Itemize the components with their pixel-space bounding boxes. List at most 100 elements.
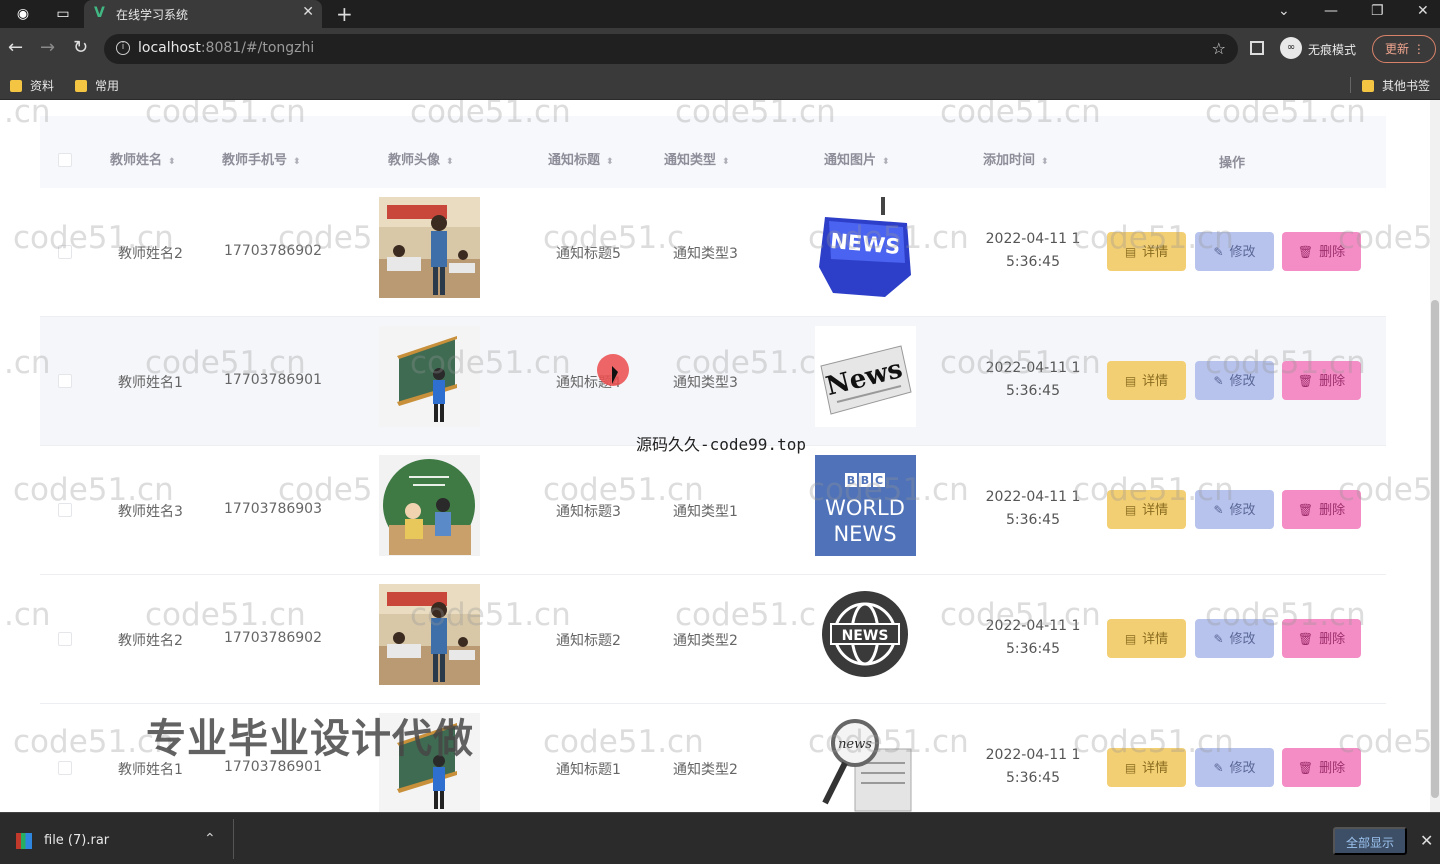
detail-button[interactable]: ▤ 详情 xyxy=(1107,232,1186,271)
added-time: 2022-04-11 1 5:36:45 xyxy=(985,231,1081,270)
detail-button[interactable]: ▤ 详情 xyxy=(1107,619,1186,658)
url-input[interactable]: i localhost:8081/#/tongzhi ☆ xyxy=(104,34,1238,64)
source-watermark-text: 源码久久-code99.top xyxy=(636,435,806,454)
sort-icon[interactable]: ⬍ xyxy=(722,158,730,167)
added-time: 2022-04-11 1 5:36:45 xyxy=(985,747,1081,786)
edit-button[interactable]: ✎ 修改 xyxy=(1195,748,1274,787)
added-time: 2022-04-11 1 5:36:45 xyxy=(985,618,1081,657)
delete-button[interactable]: 🗑 删除 xyxy=(1282,490,1361,529)
teacher-phone: 17703786903 xyxy=(224,501,322,517)
reload-icon[interactable]: ↻ xyxy=(73,38,88,58)
restore-button[interactable]: ❐ xyxy=(1371,3,1384,19)
site-info-icon[interactable]: i xyxy=(116,41,130,55)
browser-tab-active[interactable]: V 在线学习系统 ✕ xyxy=(84,0,322,28)
row-checkbox[interactable] xyxy=(58,632,72,646)
edit-button[interactable]: ✎ 修改 xyxy=(1195,619,1274,658)
download-bar: file (7).rar ⌃ 全部显示 ✕ xyxy=(0,812,1440,864)
row-checkbox[interactable] xyxy=(58,245,72,259)
row-checkbox[interactable] xyxy=(58,503,72,517)
sort-icon[interactable]: ⬍ xyxy=(1041,158,1049,167)
notice-type: 通知类型2 xyxy=(673,633,738,649)
teacher-name: 教师姓名3 xyxy=(118,504,183,520)
sort-icon[interactable]: ⬍ xyxy=(606,158,614,167)
sort-icon[interactable]: ⬍ xyxy=(293,158,301,167)
row-checkbox[interactable] xyxy=(58,761,72,775)
detail-button[interactable]: ▤ 详情 xyxy=(1107,361,1186,400)
download-file-name[interactable]: file (7).rar xyxy=(44,833,109,848)
mouse-cursor-icon xyxy=(612,366,618,384)
delete-button[interactable]: 🗑 删除 xyxy=(1282,361,1361,400)
browser-menu-icon[interactable]: ◉ xyxy=(14,5,32,23)
notice-title: 通知标题2 xyxy=(556,633,621,649)
sort-icon[interactable]: ⬍ xyxy=(168,158,176,167)
url-text: localhost:8081/#/tongzhi xyxy=(138,40,315,56)
svg-text:NEWS: NEWS xyxy=(833,522,896,546)
delete-button[interactable]: 🗑 删除 xyxy=(1282,619,1361,658)
row-checkbox[interactable] xyxy=(58,374,72,388)
document-icon: ▤ xyxy=(1124,761,1137,775)
tab-list-chevron-icon[interactable]: ⌄ xyxy=(1278,3,1290,19)
th-actions: 操作 xyxy=(1219,156,1246,171)
pencil-icon: ✎ xyxy=(1213,374,1224,388)
pencil-icon: ✎ xyxy=(1213,503,1224,517)
th-teacher-avatar[interactable]: 教师头像 ⬍ xyxy=(388,149,454,168)
folder-icon xyxy=(75,80,87,92)
th-notice-title[interactable]: 通知标题 ⬍ xyxy=(548,149,614,168)
edit-button[interactable]: ✎ 修改 xyxy=(1195,490,1274,529)
bookmark-folder-ziliao[interactable]: 资料 xyxy=(10,77,54,94)
edit-button[interactable]: ✎ 修改 xyxy=(1195,232,1274,271)
th-notice-type[interactable]: 通知类型 ⬍ xyxy=(664,149,730,168)
bbc-world-news-icon: B B C WORLD NEWS xyxy=(815,455,916,556)
download-divider xyxy=(233,819,234,859)
close-download-bar-icon[interactable]: ✕ xyxy=(1420,831,1433,850)
edit-button[interactable]: ✎ 修改 xyxy=(1195,361,1274,400)
folder-icon xyxy=(1362,80,1374,92)
show-all-downloads-button[interactable]: 全部显示 xyxy=(1333,827,1407,855)
table-row: 教师姓名2 17703786902 通知标题2 通知类型2 NEWS 2022-… xyxy=(40,575,1386,704)
trash-icon: 🗑 xyxy=(1297,632,1314,646)
th-teacher-phone[interactable]: 教师手机号 ⬍ xyxy=(222,149,301,168)
trash-icon: 🗑 xyxy=(1297,503,1314,517)
tab-search-icon[interactable]: ▭ xyxy=(54,5,72,23)
browser-tab-strip: ◉ ▭ V 在线学习系统 ✕ + ⌄ — ❐ ✕ xyxy=(0,0,1440,28)
bookmark-folder-changyong[interactable]: 常用 xyxy=(75,77,119,94)
th-teacher-name[interactable]: 教师姓名 ⬍ xyxy=(110,149,176,168)
svg-text:C: C xyxy=(875,474,883,487)
notice-title: 通知标题3 xyxy=(556,504,621,520)
th-added-time[interactable]: 添加时间 ⬍ xyxy=(983,149,1049,168)
bookmark-folder-other[interactable]: 其他书签 xyxy=(1362,77,1430,94)
trash-icon: 🗑 xyxy=(1297,761,1314,775)
chevron-up-icon[interactable]: ⌃ xyxy=(204,831,216,847)
pencil-icon: ✎ xyxy=(1213,761,1224,775)
table-header: 教师姓名 ⬍ 教师手机号 ⬍ 教师头像 ⬍ 通知标题 ⬍ 通知类型 ⬍ 通知图片 ⬍ 添加时… xyxy=(40,116,1386,188)
back-arrow-icon[interactable]: ← xyxy=(8,38,23,58)
sort-icon[interactable]: ⬍ xyxy=(446,158,454,167)
delete-button[interactable]: 🗑 删除 xyxy=(1282,748,1361,787)
tab-close-icon[interactable]: ✕ xyxy=(302,4,314,20)
added-time: 2022-04-11 1 5:36:45 xyxy=(985,489,1081,528)
scrollbar-thumb[interactable] xyxy=(1431,300,1439,798)
teacher-classroom-photo-icon xyxy=(379,584,480,685)
minimize-button[interactable]: — xyxy=(1324,3,1338,19)
incognito-label: 无痕模式 xyxy=(1308,43,1357,57)
select-all-checkbox[interactable] xyxy=(58,153,72,167)
trash-icon: 🗑 xyxy=(1297,374,1314,388)
detail-button[interactable]: ▤ 详情 xyxy=(1107,748,1186,787)
notice-type: 通知类型2 xyxy=(673,762,738,778)
folder-icon xyxy=(10,80,22,92)
close-window-button[interactable]: ✕ xyxy=(1417,3,1429,19)
bookmarks-bar: 资料 常用 其他书签 xyxy=(0,70,1440,100)
sort-icon[interactable]: ⬍ xyxy=(882,158,890,167)
forward-arrow-icon[interactable]: → xyxy=(40,38,55,58)
teacher-phone: 17703786902 xyxy=(224,243,322,259)
side-panel-icon[interactable] xyxy=(1250,41,1264,55)
bookmark-star-icon[interactable]: ☆ xyxy=(1212,39,1226,58)
th-notice-image[interactable]: 通知图片 ⬍ xyxy=(824,149,890,168)
delete-button[interactable]: 🗑 删除 xyxy=(1282,232,1361,271)
detail-button[interactable]: ▤ 详情 xyxy=(1107,490,1186,529)
update-button[interactable]: 更新 ⋮ xyxy=(1372,35,1436,63)
page-scrollbar[interactable] xyxy=(1430,100,1440,812)
new-tab-button[interactable]: + xyxy=(336,2,353,26)
notice-type: 通知类型3 xyxy=(673,375,738,391)
svg-text:B: B xyxy=(847,474,855,487)
